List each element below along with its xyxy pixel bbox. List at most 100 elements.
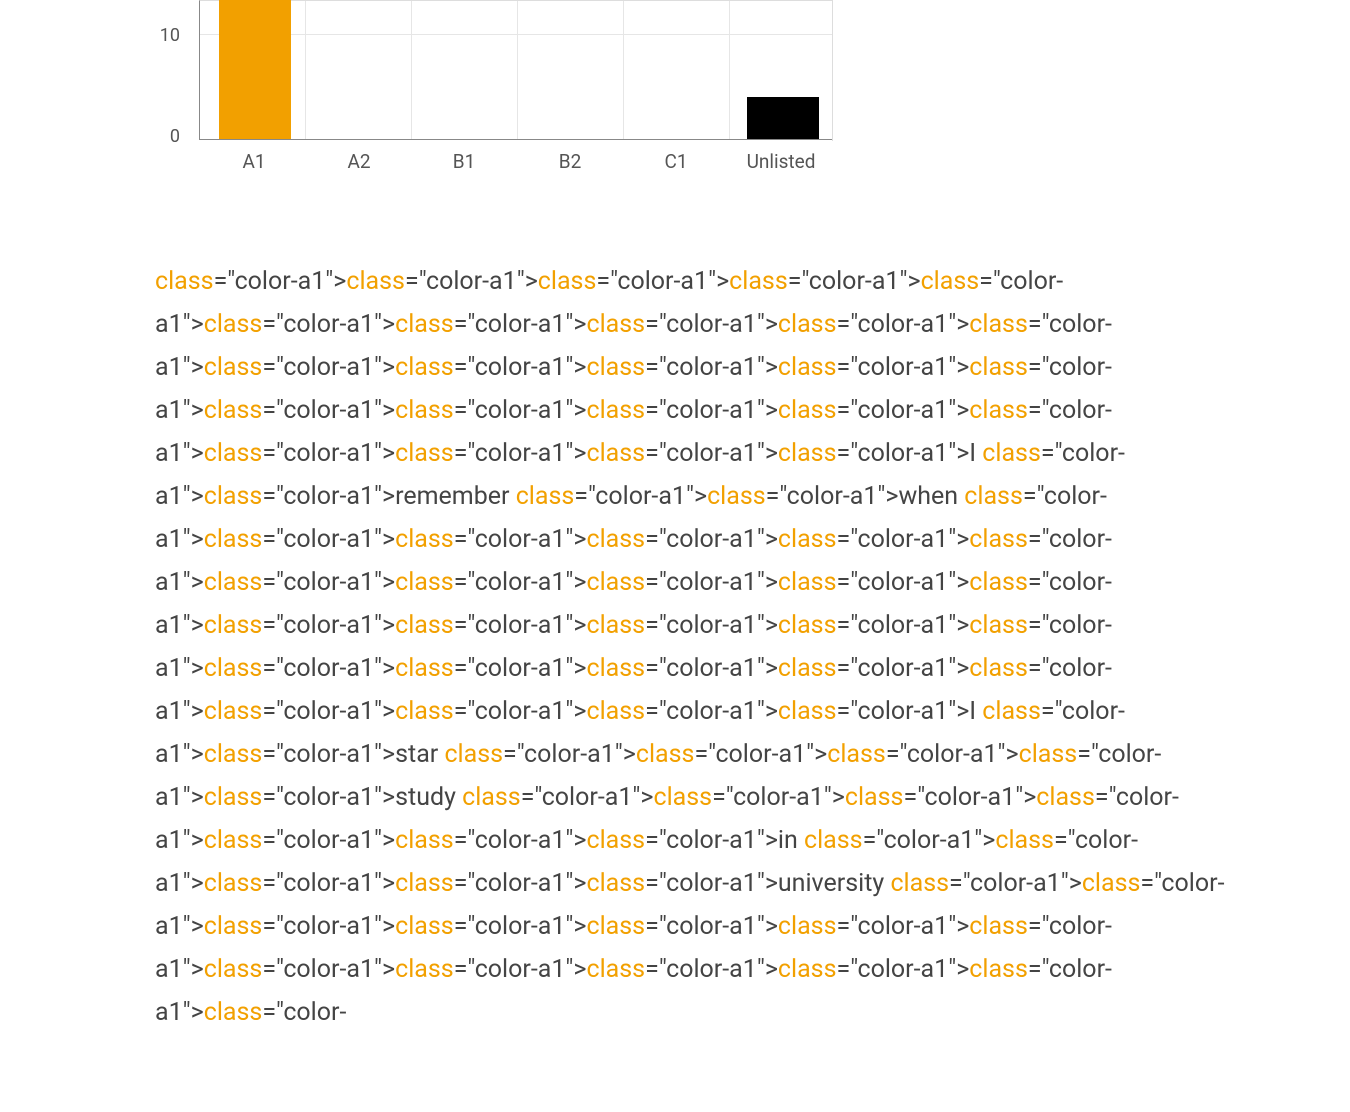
keyword-token: class (969, 912, 1028, 941)
plain-token: ="color-a1"> (262, 439, 395, 468)
plain-token: ="color-a1"> (949, 869, 1082, 898)
plain-token: ="color-a1"> (645, 697, 778, 726)
keyword-token: class (395, 568, 454, 597)
keyword-token: class (587, 654, 646, 683)
keyword-token: class (969, 654, 1028, 683)
plain-token: ="color-a1"> (645, 654, 778, 683)
plain-token: ="color-a1">in (645, 826, 804, 855)
plain-token: ="color-a1"> (836, 396, 969, 425)
code-text-block: class="color-a1">class="color-a1">class=… (155, 260, 1240, 1034)
plain-token: ="color-a1">university (645, 869, 890, 898)
plain-token: ="color-a1">when (766, 482, 965, 511)
keyword-token: class (395, 611, 454, 640)
keyword-token: class (587, 525, 646, 554)
keyword-token: class (890, 869, 949, 898)
keyword-token: class (204, 654, 263, 683)
plain-token: ="color-a1"> (262, 869, 395, 898)
plain-token: ="color-a1"> (454, 310, 587, 339)
keyword-token: class (204, 310, 263, 339)
keyword-token: class (636, 740, 695, 769)
keyword-token: class (395, 869, 454, 898)
plain-token: ="color-a1"> (262, 568, 395, 597)
keyword-token: class (845, 783, 904, 812)
keyword-token: class (1019, 740, 1078, 769)
keyword-token: class (1036, 783, 1095, 812)
plain-token: ="color-a1"> (454, 525, 587, 554)
keyword-token: class (587, 439, 646, 468)
plain-token: ="color-a1"> (694, 740, 827, 769)
y-tick-0: 0 (150, 126, 180, 147)
plain-token: ="color-a1"> (262, 955, 395, 984)
keyword-token: class (729, 267, 788, 296)
plain-token: ="color-a1"> (886, 740, 1019, 769)
keyword-token: class (587, 396, 646, 425)
keyword-token: class (587, 826, 646, 855)
plain-token: ="color-a1"> (405, 267, 538, 296)
plain-token: ="color-a1"> (596, 267, 729, 296)
keyword-token: class (969, 396, 1028, 425)
keyword-token: class (204, 826, 263, 855)
plain-token: ="color-a1"> (262, 525, 395, 554)
plain-token: ="color-a1"> (836, 955, 969, 984)
xlabel-unlisted: Unlisted (747, 150, 816, 173)
plain-token: ="color-a1"> (262, 912, 395, 941)
plain-token: ="color-a1"> (836, 654, 969, 683)
plain-token: ="color-a1"> (262, 611, 395, 640)
keyword-token: class (204, 955, 263, 984)
keyword-token: class (778, 525, 837, 554)
keyword-token: class (1082, 869, 1141, 898)
keyword-token: class (204, 697, 263, 726)
plain-token: ="color-a1"> (836, 611, 969, 640)
xlabel-a2: A2 (347, 150, 370, 173)
xlabel-b1: B1 (453, 150, 476, 173)
keyword-token: class (969, 955, 1028, 984)
plain-token: ="color-a1"> (645, 611, 778, 640)
keyword-token: class (516, 482, 575, 511)
keyword-token: class (995, 826, 1054, 855)
keyword-token: class (778, 654, 837, 683)
keyword-token: class (204, 396, 263, 425)
keyword-token: class (587, 912, 646, 941)
plain-token: ="color-a1"> (454, 353, 587, 382)
plain-token: ="color-a1"> (645, 396, 778, 425)
keyword-token: class (982, 697, 1041, 726)
keyword-token: class (654, 783, 713, 812)
plain-token: ="color-a1"> (454, 697, 587, 726)
plain-token: ="color-a1"> (836, 525, 969, 554)
keyword-token: class (778, 697, 837, 726)
plain-token: ="color-a1"> (521, 783, 654, 812)
plain-token: ="color-a1"> (454, 654, 587, 683)
xlabel-a1: A1 (242, 150, 265, 173)
plain-token: ="color-a1"> (454, 869, 587, 898)
keyword-token: class (395, 439, 454, 468)
bar-chart: 10 0 A1 A2 B1 B2 C1 Unlisted (165, 0, 865, 180)
keyword-token: class (969, 310, 1028, 339)
plain-token: ="color-a1"> (454, 439, 587, 468)
plain-token: ="color- (262, 998, 346, 1027)
plain-token: ="color-a1">I (836, 697, 982, 726)
plain-token: ="color-a1"> (645, 439, 778, 468)
plain-token: ="color-a1"> (645, 310, 778, 339)
plain-token: ="color-a1"> (454, 955, 587, 984)
plain-token: ="color-a1"> (262, 826, 395, 855)
plain-token: ="color-a1"> (863, 826, 996, 855)
keyword-token: class (538, 267, 597, 296)
keyword-token: class (964, 482, 1023, 511)
keyword-token: class (969, 568, 1028, 597)
keyword-token: class (346, 267, 405, 296)
plain-token: ="color-a1">I (836, 439, 982, 468)
bar-a1 (219, 0, 291, 139)
keyword-token: class (778, 353, 837, 382)
plain-token: ="color-a1"> (214, 267, 347, 296)
keyword-token: class (462, 783, 521, 812)
plain-token: ="color-a1"> (574, 482, 707, 511)
keyword-token: class (204, 525, 263, 554)
plain-token: ="color-a1"> (836, 568, 969, 597)
keyword-token: class (204, 482, 263, 511)
plain-token: ="color-a1"> (262, 396, 395, 425)
keyword-token: class (395, 826, 454, 855)
keyword-token: class (587, 697, 646, 726)
keyword-token: class (204, 439, 263, 468)
plot-area (199, 0, 833, 140)
bar-unlisted (747, 97, 819, 139)
